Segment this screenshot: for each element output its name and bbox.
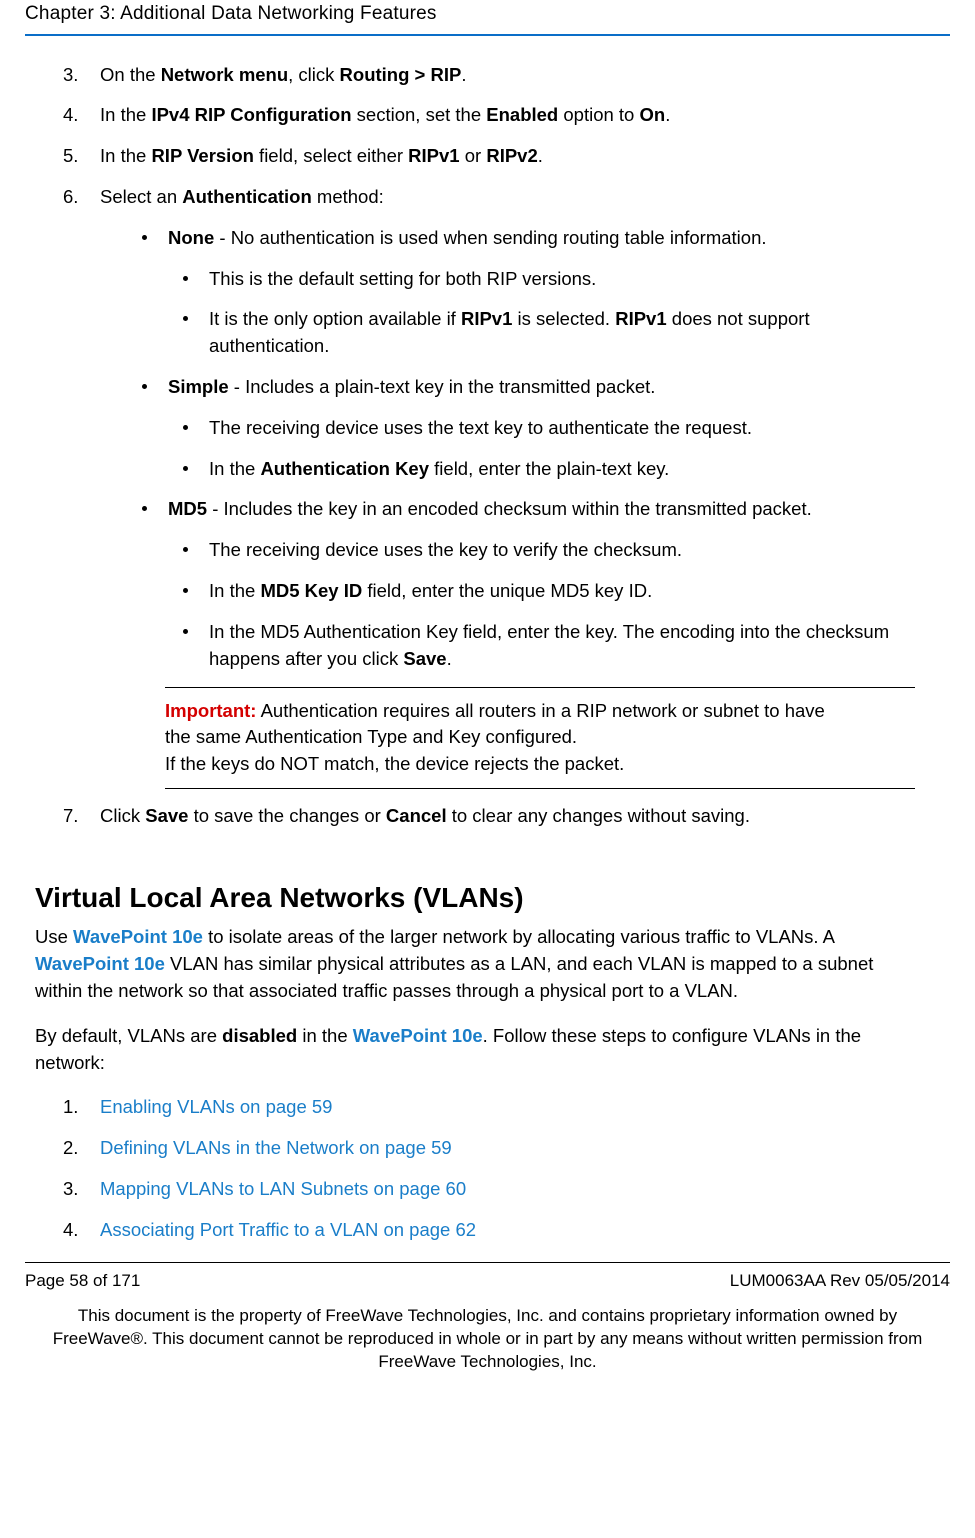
vlan-step-link-4: Associating Port Traffic to a VLAN on pa… bbox=[35, 1217, 915, 1244]
vlan-paragraph-2: By default, VLANs are disabled in the Wa… bbox=[35, 1023, 915, 1077]
auth-md5: MD5 - Includes the key in an encoded che… bbox=[100, 496, 915, 672]
document-page: Chapter 3: Additional Data Networking Fe… bbox=[0, 0, 975, 1394]
auth-simple-details: The receiving device uses the text key t… bbox=[168, 415, 915, 483]
step-3: On the Network menu, click Routing > RIP… bbox=[35, 62, 915, 89]
section-title-vlans: Virtual Local Area Networks (VLANs) bbox=[35, 878, 915, 919]
page-number: Page 58 of 171 bbox=[25, 1269, 140, 1294]
step-5: In the RIP Version field, select either … bbox=[35, 143, 915, 170]
list-item: In the Authentication Key field, enter t… bbox=[168, 456, 915, 483]
footer-disclaimer: This document is the property of FreeWav… bbox=[25, 1305, 950, 1374]
auth-none-details: This is the default setting for both RIP… bbox=[168, 266, 915, 360]
step-4: In the IPv4 RIP Configuration section, s… bbox=[35, 102, 915, 129]
step-list: On the Network menu, click Routing > RIP… bbox=[35, 62, 915, 830]
step-7: Click Save to save the changes or Cancel… bbox=[35, 803, 915, 830]
vlan-step-link-2: Defining VLANs in the Network on page 59 bbox=[35, 1135, 915, 1162]
list-item: It is the only option available if RIPv1… bbox=[168, 306, 915, 360]
important-note: Important: Authentication requires all r… bbox=[165, 687, 915, 789]
vlan-paragraph-1: Use WavePoint 10e to isolate areas of th… bbox=[35, 924, 915, 1004]
vlan-step-link-3: Mapping VLANs to LAN Subnets on page 60 bbox=[35, 1176, 915, 1203]
list-item: The receiving device uses the text key t… bbox=[168, 415, 915, 442]
auth-none: None - No authentication is used when se… bbox=[100, 225, 915, 360]
step-6: Select an Authentication method: None - … bbox=[35, 184, 915, 789]
document-id: LUM0063AA Rev 05/05/2014 bbox=[730, 1269, 950, 1294]
important-label: Important: bbox=[165, 700, 256, 721]
page-footer: Page 58 of 171 LUM0063AA Rev 05/05/2014 … bbox=[25, 1262, 950, 1374]
list-item: The receiving device uses the key to ver… bbox=[168, 537, 915, 564]
product-name: WavePoint 10e bbox=[35, 953, 165, 974]
auth-md5-details: The receiving device uses the key to ver… bbox=[168, 537, 915, 672]
vlan-step-link-1: Enabling VLANs on page 59 bbox=[35, 1094, 915, 1121]
vlan-steps-list: Enabling VLANs on page 59 Defining VLANs… bbox=[35, 1094, 915, 1243]
cross-reference-link[interactable]: Associating Port Traffic to a VLAN on pa… bbox=[100, 1219, 476, 1240]
product-name: WavePoint 10e bbox=[353, 1025, 483, 1046]
list-item: In the MD5 Authentication Key field, ent… bbox=[168, 619, 915, 673]
cross-reference-link[interactable]: Mapping VLANs to LAN Subnets on page 60 bbox=[100, 1178, 466, 1199]
product-name: WavePoint 10e bbox=[73, 926, 203, 947]
chapter-header: Chapter 3: Additional Data Networking Fe… bbox=[25, 0, 950, 36]
page-content: On the Network menu, click Routing > RIP… bbox=[25, 62, 950, 1244]
cross-reference-link[interactable]: Enabling VLANs on page 59 bbox=[100, 1096, 332, 1117]
list-item: In the MD5 Key ID field, enter the uniqu… bbox=[168, 578, 915, 605]
auth-simple: Simple - Includes a plain-text key in th… bbox=[100, 374, 915, 482]
cross-reference-link[interactable]: Defining VLANs in the Network on page 59 bbox=[100, 1137, 452, 1158]
auth-methods-list: None - No authentication is used when se… bbox=[100, 225, 915, 673]
list-item: This is the default setting for both RIP… bbox=[168, 266, 915, 293]
